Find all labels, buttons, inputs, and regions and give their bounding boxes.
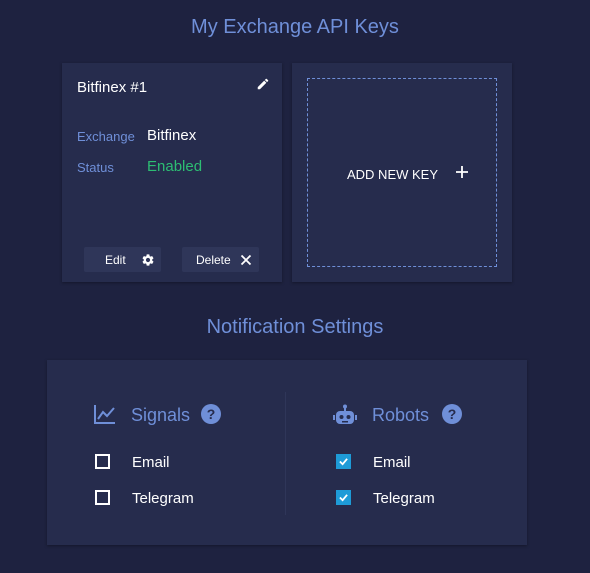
exchange-label: Exchange <box>77 129 135 144</box>
signals-email-checkbox[interactable] <box>95 454 110 469</box>
robots-title: Robots <box>372 405 430 425</box>
signals-title: Signals <box>131 405 191 425</box>
robot-icon <box>333 404 357 424</box>
key-name: Bitfinex #1 <box>77 79 148 96</box>
edit-button-label: Edit <box>105 253 126 267</box>
pencil-icon[interactable] <box>256 77 270 91</box>
plus-icon <box>456 166 468 178</box>
checkmark-icon <box>339 494 348 502</box>
add-new-key-button[interactable]: ADD NEW KEY <box>307 78 497 267</box>
robots-help-icon[interactable]: ? <box>442 404 462 424</box>
edit-button[interactable]: Edit <box>84 247 161 272</box>
gear-icon <box>142 254 154 266</box>
status-value: Enabled <box>147 158 203 175</box>
signals-email-label: Email <box>132 454 170 471</box>
notification-settings-card: Signals ? Email Telegram Robots ? Email … <box>47 360 527 545</box>
notification-settings-title: Notification Settings <box>206 316 384 338</box>
column-divider <box>285 392 286 515</box>
robots-email-label: Email <box>373 454 411 471</box>
add-key-card: ADD NEW KEY <box>292 63 512 282</box>
robots-email-checkbox[interactable] <box>336 454 351 469</box>
robots-telegram-label: Telegram <box>373 490 435 507</box>
signals-help-icon[interactable]: ? <box>201 404 221 424</box>
delete-button-label: Delete <box>196 253 231 267</box>
api-key-card: Bitfinex #1 Exchange Bitfinex Status Ena… <box>62 63 282 282</box>
signals-telegram-label: Telegram <box>132 490 194 507</box>
status-label: Status <box>77 160 114 175</box>
checkmark-icon <box>339 458 348 466</box>
close-icon <box>240 254 252 266</box>
chart-line-icon <box>94 405 115 424</box>
delete-button[interactable]: Delete <box>182 247 259 272</box>
api-keys-title: My Exchange API Keys <box>191 16 399 38</box>
robots-telegram-checkbox[interactable] <box>336 490 351 505</box>
exchange-value: Bitfinex <box>147 127 197 144</box>
signals-telegram-checkbox[interactable] <box>95 490 110 505</box>
add-new-key-label: ADD NEW KEY <box>347 167 439 182</box>
